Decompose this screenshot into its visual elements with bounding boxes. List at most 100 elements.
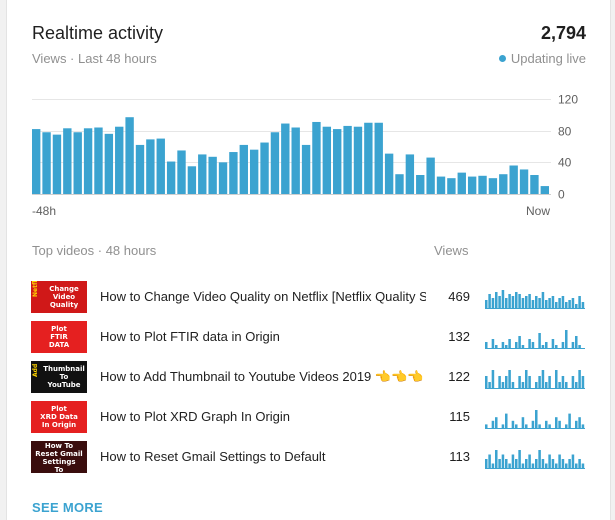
chart-bar[interactable]	[187, 166, 197, 194]
see-more-link[interactable]: SEE MORE	[32, 500, 103, 515]
sparkline-bar	[531, 342, 535, 348]
video-thumbnail[interactable]: Netflix Change Video Quality	[31, 281, 87, 313]
chart-bar[interactable]	[416, 175, 425, 194]
video-thumbnail[interactable]: How ToReset Gmail SettingsToDefault	[31, 441, 87, 473]
sparkline-bar	[491, 339, 495, 348]
chart-bar[interactable]	[156, 138, 165, 194]
sparkline-bar	[541, 459, 545, 468]
sparkline-bar	[495, 417, 498, 428]
sparkline-bar	[565, 330, 568, 348]
sparkline-bar	[558, 382, 561, 388]
video-title[interactable]: How to Change Video Quality on Netflix […	[100, 289, 426, 304]
chart-bar[interactable]	[374, 122, 383, 194]
chart-bar[interactable]	[478, 175, 487, 194]
chart-bar[interactable]	[135, 144, 145, 194]
chart-bar[interactable]	[384, 153, 394, 195]
chart-bar[interactable]	[198, 154, 207, 194]
chart-bar[interactable]	[322, 126, 332, 194]
sparkline-bar	[515, 459, 518, 468]
sparkline-bar	[578, 370, 581, 388]
video-title[interactable]: How to Plot XRD Graph In Origin	[100, 409, 426, 424]
sparkline-bar	[541, 292, 545, 308]
sparkline-bar	[535, 382, 538, 388]
sparkline-bar	[511, 454, 515, 468]
chart-bar[interactable]	[270, 132, 280, 194]
chart-bar[interactable]	[488, 178, 498, 194]
chart-bar[interactable]	[436, 176, 446, 194]
chart-bar[interactable]	[291, 127, 300, 195]
chart-bar[interactable]	[519, 169, 529, 194]
video-sparkline	[485, 330, 585, 349]
sparkline-bar	[555, 417, 558, 428]
video-views-count: 115	[449, 409, 470, 424]
sparkline-bar	[501, 290, 505, 308]
top-videos-heading: Top videos · 48 hours	[32, 243, 157, 258]
chart-bar[interactable]	[530, 175, 539, 194]
sparkline-bar	[581, 463, 585, 468]
chart-bar[interactable]	[73, 132, 82, 194]
chart-bar[interactable]	[457, 172, 466, 195]
chart-bar[interactable]	[42, 132, 51, 194]
video-views-count: 113	[449, 449, 470, 464]
chart-bar[interactable]	[104, 133, 114, 194]
chart-bar[interactable]	[94, 127, 103, 195]
video-title[interactable]: How to Reset Gmail Settings to Default	[100, 449, 426, 464]
chart-bar[interactable]	[125, 117, 134, 194]
video-row[interactable]: How ToReset Gmail SettingsToDefault How t…	[31, 441, 591, 475]
video-thumbnail[interactable]: Plot XRD Data In Origin	[31, 401, 87, 433]
chart-bar[interactable]	[229, 152, 238, 194]
sparkline-bar	[511, 420, 515, 428]
sparkline-bar	[518, 450, 521, 468]
thumbnail-text: Thumbnail	[43, 365, 85, 373]
sparkline-bar	[501, 382, 505, 388]
sparkline-bar	[511, 382, 515, 388]
sparkline-bar	[545, 420, 548, 428]
sparkline-bar	[578, 296, 581, 308]
sparkline-bar	[571, 298, 575, 308]
chart-bar[interactable]	[83, 128, 93, 194]
chart-bar[interactable]	[32, 129, 41, 194]
realtime-views-chart[interactable]: 120 80 40 0	[7, 85, 610, 205]
video-row[interactable]: Plot XRD Data In Origin How to Plot XRD Gra…	[31, 401, 591, 435]
chart-bar[interactable]	[249, 149, 259, 194]
chart-bar[interactable]	[301, 144, 311, 194]
sparkline-bar	[521, 345, 525, 348]
chart-bar[interactable]	[364, 122, 373, 194]
sparkline-bar	[505, 459, 508, 468]
chart-bar[interactable]	[208, 156, 217, 194]
sparkline-bar	[515, 342, 518, 348]
chart-bar[interactable]	[312, 121, 321, 194]
chart-bar[interactable]	[509, 165, 518, 195]
sparkline-bar	[538, 298, 541, 308]
chart-bar[interactable]	[146, 139, 155, 194]
video-title[interactable]: How to Plot FTIR data in Origin	[100, 329, 426, 344]
chart-bar[interactable]	[63, 128, 72, 194]
sparkline-bar	[505, 376, 508, 388]
chart-bar[interactable]	[540, 186, 549, 194]
chart-bar[interactable]	[426, 157, 435, 194]
video-thumbnail[interactable]: Add Thumbnail To YouTube	[31, 361, 87, 393]
chart-bar[interactable]	[281, 123, 290, 194]
chart-bar[interactable]	[218, 162, 228, 194]
sparkline-bar	[575, 463, 578, 468]
sparkline-bar	[485, 459, 488, 468]
chart-bar[interactable]	[499, 174, 508, 194]
chart-bar[interactable]	[333, 129, 342, 194]
chart-bar[interactable]	[395, 174, 404, 194]
chart-bar[interactable]	[405, 154, 415, 194]
chart-bar[interactable]	[177, 150, 186, 194]
chart-bar[interactable]	[239, 144, 248, 194]
video-row[interactable]: Plot FTIR DATA How to Plot FTIR data in Ori…	[31, 321, 591, 355]
chart-bar[interactable]	[447, 178, 456, 194]
chart-bar[interactable]	[260, 142, 269, 194]
chart-bar[interactable]	[467, 176, 477, 194]
chart-bar[interactable]	[353, 126, 363, 194]
chart-bar[interactable]	[115, 126, 124, 194]
chart-bar[interactable]	[343, 125, 352, 194]
chart-bar[interactable]	[166, 161, 176, 194]
video-title[interactable]: How to Add Thumbnail to Youtube Videos 2…	[100, 369, 426, 385]
chart-bar[interactable]	[52, 134, 62, 195]
video-row[interactable]: Netflix Change Video Quality How to Change V…	[31, 281, 591, 315]
video-row[interactable]: Add Thumbnail To YouTube How to Add Thumbnai…	[31, 361, 591, 395]
video-thumbnail[interactable]: Plot FTIR DATA	[31, 321, 87, 353]
